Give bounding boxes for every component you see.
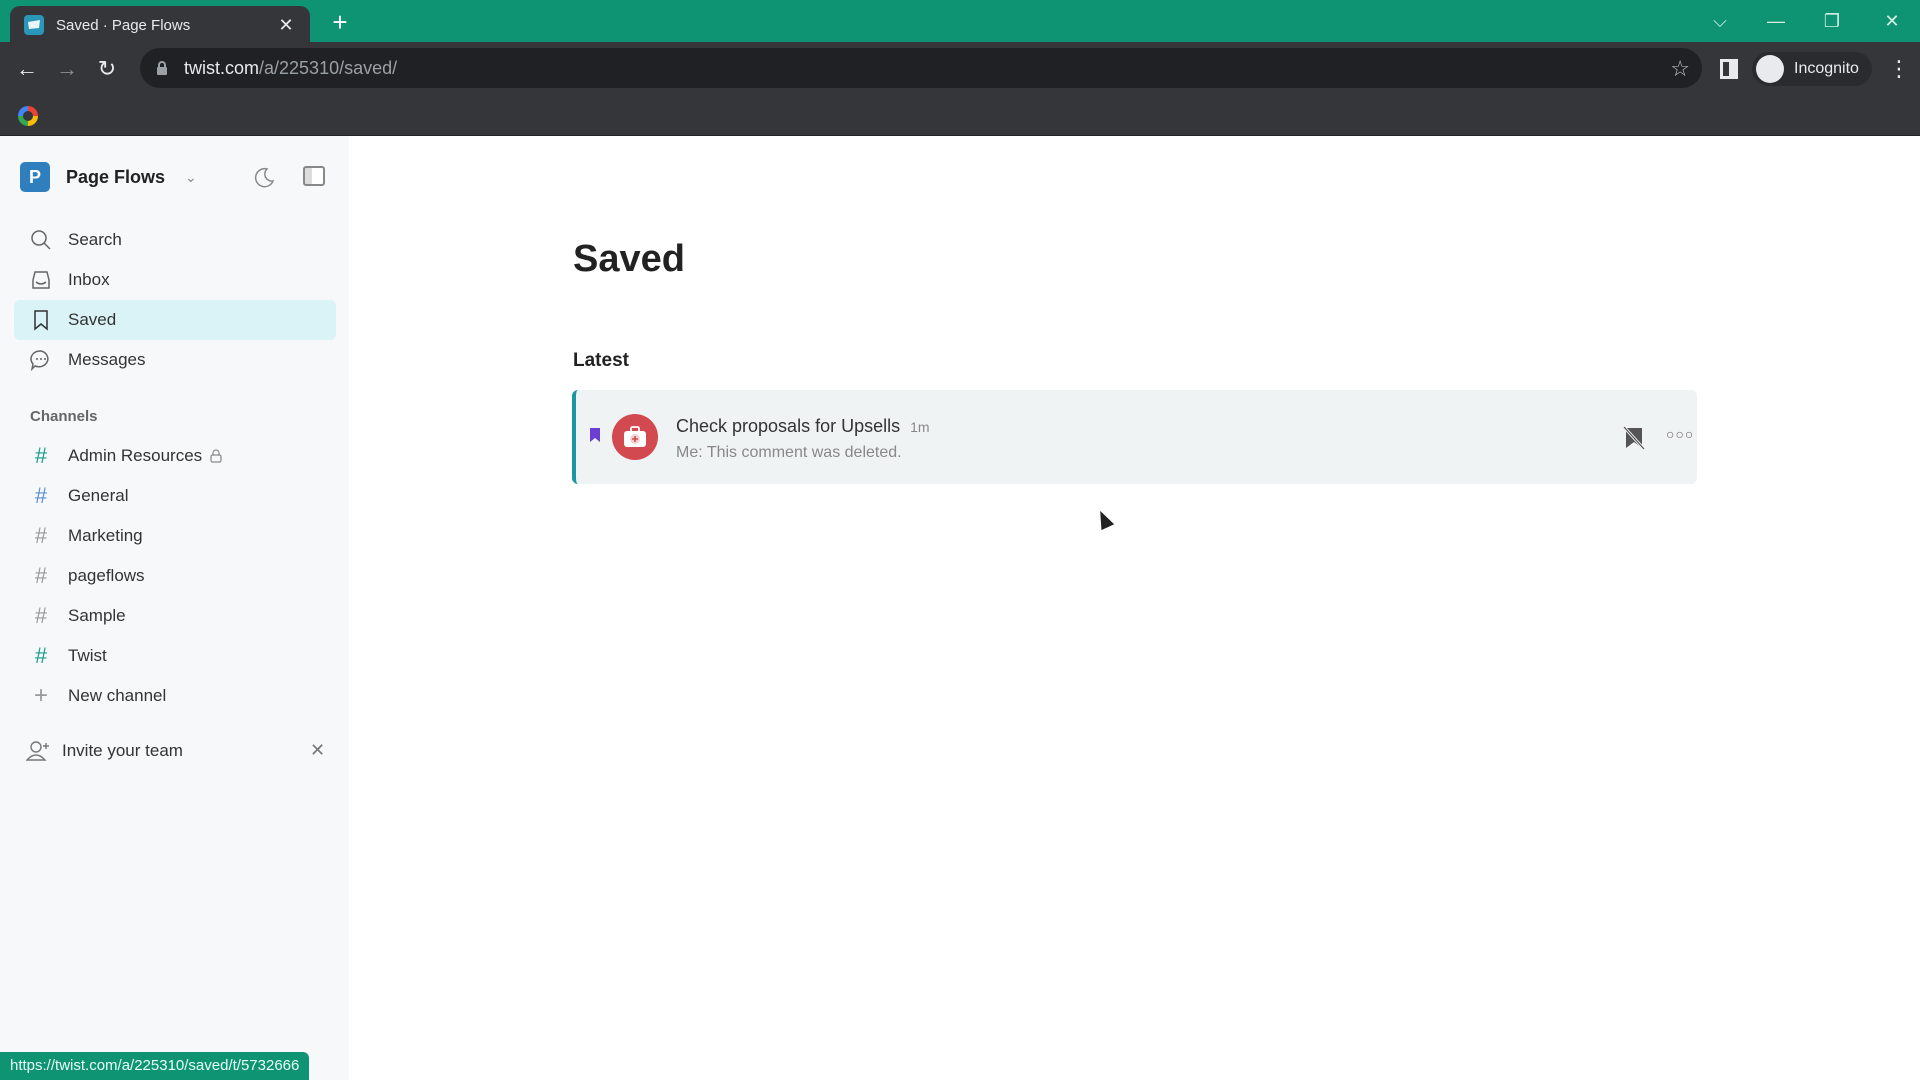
sidebar-item-inbox[interactable]: Inbox — [14, 260, 336, 300]
saved-thread-item[interactable]: Check proposals for Upsells 1m Me: This c… — [572, 390, 1697, 484]
saved-bookmark-icon — [590, 428, 600, 442]
inbox-icon — [32, 271, 50, 289]
channel-label: pageflows — [68, 566, 145, 585]
channel-label: Marketing — [68, 526, 143, 545]
channel-label: Sample — [68, 606, 126, 625]
invite-label: Invite your team — [62, 741, 183, 760]
sidebar-item-label: Search — [68, 230, 122, 249]
status-url-tooltip: https://twist.com/a/225310/saved/t/57326… — [0, 1052, 310, 1080]
unsave-bookmark-icon[interactable] — [1623, 426, 1645, 450]
incognito-icon — [1756, 55, 1784, 83]
search-icon — [31, 230, 51, 250]
incognito-profile-button[interactable]: Incognito — [1752, 52, 1872, 86]
channel-marketing[interactable]: # Marketing — [14, 516, 336, 556]
twist-favicon-icon — [24, 15, 44, 35]
channel-pageflows[interactable]: # pageflows — [14, 556, 336, 596]
workspace-switcher[interactable]: P Page Flows ⌄ — [20, 162, 197, 192]
sidebar-toggle-icon[interactable] — [303, 166, 325, 186]
lock-icon — [210, 449, 222, 463]
thread-time: 1m — [910, 419, 930, 435]
channel-general[interactable]: # General — [14, 476, 336, 516]
sidebar-item-messages[interactable]: Messages — [14, 340, 336, 380]
hash-icon: # — [34, 443, 48, 468]
invite-team-button[interactable]: Invite your team — [26, 740, 326, 762]
sidebar-item-label: Messages — [68, 350, 146, 369]
address-bar[interactable]: twist.com/a/225310/saved/ ☆ — [140, 48, 1702, 88]
back-icon[interactable]: ← — [9, 51, 45, 87]
sidebar-item-label: Inbox — [68, 270, 110, 289]
thread-avatar — [612, 414, 658, 460]
lock-icon — [157, 61, 167, 75]
browser-tab[interactable]: Saved · Page Flows ✕ — [10, 6, 310, 44]
browser-toolbar: ← → ↻ twist.com/a/225310/saved/ ☆ Incogn… — [0, 42, 1920, 96]
sidebar-item-saved[interactable]: Saved — [14, 300, 336, 340]
moon-icon[interactable] — [252, 166, 276, 190]
minimize-icon[interactable]: — — [1748, 0, 1804, 42]
sidebar-item-label: Saved — [68, 310, 117, 329]
bookmark-star-icon[interactable]: ☆ — [1670, 56, 1690, 82]
browser-menu-icon[interactable]: ⋮ — [1888, 54, 1910, 84]
browser-titlebar: Saved · Page Flows ✕ + ⌵ — ❐ ✕ — [0, 0, 1920, 44]
thread-title-line: Check proposals for Upsells 1m — [676, 416, 930, 437]
thread-title: Check proposals for Upsells — [676, 416, 901, 436]
window-close-icon[interactable]: ✕ — [1864, 0, 1920, 42]
hash-icon: # — [34, 563, 48, 588]
bookmark-icon — [34, 310, 48, 331]
add-user-icon — [26, 741, 49, 761]
hash-icon: # — [34, 523, 48, 548]
channel-admin-resources[interactable]: # Admin Resources — [14, 436, 336, 476]
channel-sample[interactable]: # Sample — [14, 596, 336, 636]
new-channel-button[interactable]: + New channel — [14, 676, 336, 716]
restore-icon[interactable]: ❐ — [1804, 0, 1860, 42]
incognito-label: Incognito — [1794, 60, 1859, 77]
channels-heading: Channels — [30, 408, 98, 425]
google-icon[interactable] — [18, 106, 38, 126]
channel-label: Admin Resources — [68, 446, 203, 465]
hash-icon: # — [34, 643, 48, 668]
dismiss-invite-icon[interactable]: ✕ — [310, 740, 325, 761]
sidebar-item-search[interactable]: Search — [14, 220, 336, 260]
workspace-avatar: P — [20, 162, 50, 192]
new-channel-label: New channel — [68, 686, 167, 705]
sidebar: P Page Flows ⌄ Search Inbox Saved Messag… — [0, 136, 349, 1080]
tab-search-chevron-icon[interactable]: ⌵ — [1692, 0, 1748, 42]
hash-icon: # — [34, 603, 48, 628]
thread-snippet: Me: This comment was deleted. — [676, 444, 902, 461]
first-aid-kit-icon — [624, 426, 646, 447]
more-options-icon[interactable]: ○○○ — [1666, 426, 1694, 442]
main-content: Saved Latest Check proposals for Upsells… — [349, 136, 1920, 1080]
workspace-name: Page Flows — [66, 166, 166, 187]
channel-list: # Admin Resources # General # Marketing … — [14, 436, 336, 716]
chat-bubble-icon — [30, 350, 49, 371]
hash-icon: # — [34, 483, 48, 508]
page-title: Saved — [573, 238, 685, 280]
channel-label: Twist — [68, 646, 107, 665]
bookmarks-bar — [0, 96, 1920, 136]
url-path: /a/225310/saved/ — [259, 57, 398, 78]
chevron-down-icon: ⌄ — [185, 168, 197, 185]
url-host: twist.com — [184, 57, 260, 78]
reload-icon[interactable]: ↻ — [89, 51, 125, 87]
plus-icon: + — [33, 682, 48, 709]
channel-twist[interactable]: # Twist — [14, 636, 336, 676]
side-panel-icon[interactable] — [1720, 59, 1738, 79]
new-tab-button[interactable]: + — [325, 8, 355, 38]
channel-label: General — [68, 486, 129, 505]
forward-icon[interactable]: → — [49, 51, 85, 87]
tab-title: Saved · Page Flows — [56, 16, 191, 34]
sidebar-nav: Search Inbox Saved Messages — [14, 220, 336, 380]
section-heading: Latest — [573, 350, 629, 371]
tab-close-icon[interactable]: ✕ — [276, 15, 296, 36]
